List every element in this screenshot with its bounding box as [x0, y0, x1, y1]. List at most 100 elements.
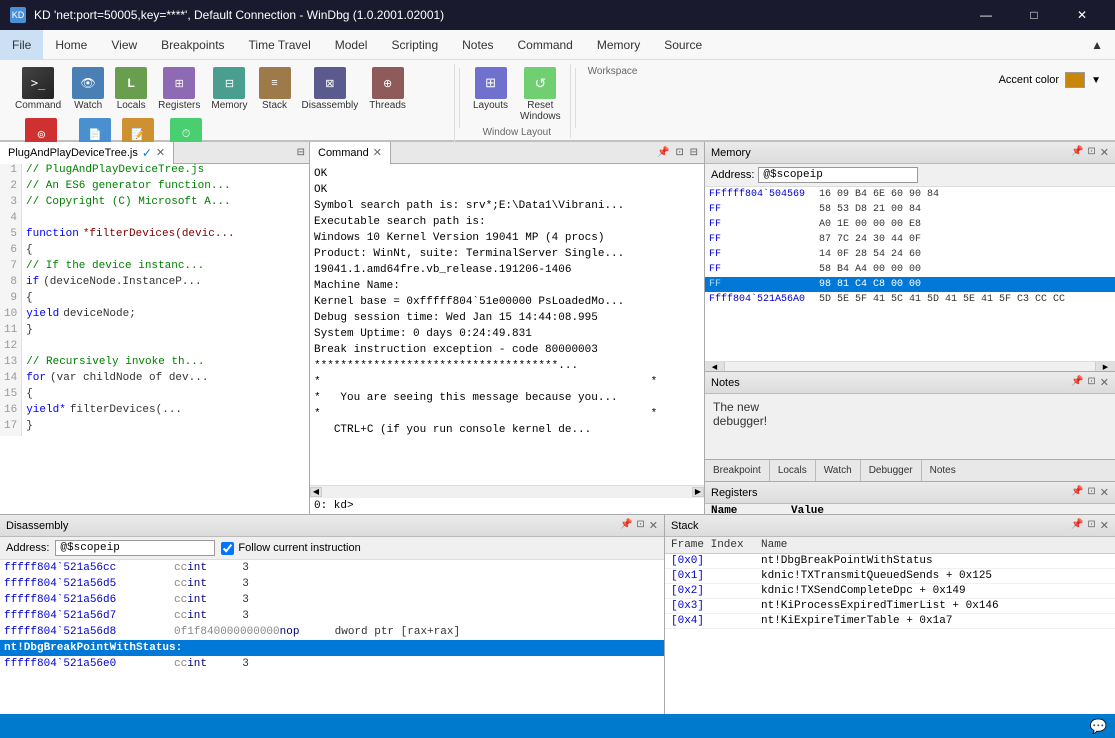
- notes-pin-icon[interactable]: 📌: [1071, 376, 1083, 389]
- stack-frame-1-link[interactable]: [0x1]: [671, 570, 704, 582]
- ribbon-btn-stack[interactable]: ≡ Stack: [254, 64, 296, 114]
- memory-pin-icon[interactable]: 📌: [1071, 146, 1083, 159]
- menu-file[interactable]: File: [0, 30, 43, 60]
- memory-address-label: Address:: [711, 169, 754, 181]
- menu-timetravel[interactable]: Time Travel: [237, 30, 323, 60]
- command-pane-popout-icon[interactable]: ⊡: [675, 147, 683, 158]
- registers-panel-controls: 📌 ⊡ ✕: [1071, 486, 1109, 499]
- menu-memory[interactable]: Memory: [585, 30, 652, 60]
- stack-frame-3-link[interactable]: [0x3]: [671, 600, 704, 612]
- disasm-bytes-5: 0f1f840000000000: [174, 624, 280, 640]
- memory-scroll-right[interactable]: ▶: [1095, 362, 1115, 371]
- stack-popout-icon[interactable]: ⊡: [1087, 519, 1095, 532]
- maximize-button[interactable]: □: [1011, 0, 1057, 30]
- stack-pin-icon[interactable]: 📌: [1071, 519, 1083, 532]
- memory-row-6: FF58 B4 A4 00 00 00: [705, 262, 1115, 277]
- stack-frame-2-link[interactable]: [0x2]: [671, 585, 704, 597]
- menu-model[interactable]: Model: [323, 30, 380, 60]
- menu-command[interactable]: Command: [506, 30, 585, 60]
- command-scrollbar-h[interactable]: ◀ ▶: [310, 485, 704, 497]
- source-code-content: 1 // PlugAndPlayDeviceTree.js 2 // An ES…: [0, 164, 309, 514]
- stack-content: Frame Index Name [0x0] nt!DbgBreakPointW…: [665, 537, 1115, 714]
- notes-popout-icon[interactable]: ⊡: [1087, 376, 1095, 389]
- ribbon-btn-locals[interactable]: L Locals: [110, 64, 152, 114]
- stack-frame-0-link[interactable]: [0x0]: [671, 555, 704, 567]
- source-pane-collapse-btn[interactable]: ⊟: [293, 145, 309, 160]
- command-tab-close-icon[interactable]: ✕: [373, 146, 382, 159]
- ribbon-btn-layouts[interactable]: ⊞ Layouts: [468, 64, 513, 114]
- memory-bytes-4: 87 7C 24 30 44 0F: [819, 232, 921, 247]
- disasm-popout-icon[interactable]: ⊡: [636, 519, 644, 532]
- notes-text: The new debugger!: [713, 400, 767, 428]
- workspace-area: PlugAndPlayDeviceTree.js ✓ ✕ ⊟ 1 // Plug…: [0, 142, 1115, 514]
- registers-pin-icon[interactable]: 📌: [1071, 486, 1083, 499]
- ribbon-btn-threads[interactable]: ⊕ Threads: [364, 64, 411, 114]
- menu-notes[interactable]: Notes: [450, 30, 505, 60]
- stack-close-icon[interactable]: ✕: [1100, 519, 1109, 532]
- stack-panel-title: Stack: [671, 520, 699, 532]
- stack-frame-4-link[interactable]: [0x4]: [671, 615, 704, 627]
- disasm-ops-6: 3: [242, 656, 249, 672]
- menu-scripting[interactable]: Scripting: [379, 30, 450, 60]
- follow-instruction-checkbox[interactable]: [221, 542, 234, 555]
- source-line-9: 9 {: [0, 292, 309, 308]
- memory-addr-2: FF: [709, 202, 819, 217]
- notes-close-icon[interactable]: ✕: [1100, 376, 1109, 389]
- menu-view[interactable]: View: [99, 30, 149, 60]
- disasm-panel-controls: 📌 ⊡ ✕: [620, 519, 658, 532]
- cmd-line-5: Windows 10 Kernel Version 19041 MP (4 pr…: [314, 230, 700, 246]
- source-tab-close-icon[interactable]: ✕: [156, 146, 165, 159]
- notes-tab-locals[interactable]: Locals: [770, 460, 816, 481]
- notes-panel-header: Notes 📌 ⊡ ✕: [705, 372, 1115, 394]
- close-button[interactable]: ✕: [1059, 0, 1105, 30]
- disasm-address-input[interactable]: [55, 540, 215, 556]
- memory-row-2: FF58 53 D8 21 00 84: [705, 202, 1115, 217]
- command-tab-active[interactable]: Command ✕: [310, 142, 391, 164]
- menu-breakpoints[interactable]: Breakpoints: [149, 30, 236, 60]
- notes-tab-breakpoint[interactable]: Breakpoint: [705, 460, 770, 481]
- memory-content: FFffff804`50456916 09 B4 6E 60 90 84 FF5…: [705, 187, 1115, 361]
- stack-row-1: [0x1] kdnic!TXTransmitQueuedSends + 0x12…: [665, 569, 1115, 584]
- app-icon: KD: [10, 7, 26, 23]
- accent-dropdown-icon[interactable]: ▼: [1091, 75, 1101, 86]
- command-input[interactable]: [358, 500, 700, 512]
- ribbon-group-layout-label: Window Layout: [483, 127, 551, 138]
- scroll-right-btn[interactable]: ▶: [692, 487, 704, 497]
- memory-popout-icon[interactable]: ⊡: [1087, 146, 1095, 159]
- notes-tab-watch[interactable]: Watch: [816, 460, 861, 481]
- ribbon-btn-command[interactable]: >_ Command: [10, 64, 66, 114]
- menu-collapse[interactable]: ▲: [1079, 30, 1115, 60]
- ribbon-btn-disassembly[interactable]: ⊠ Disassembly: [297, 64, 364, 114]
- status-chat-icon[interactable]: 💬: [1090, 718, 1107, 735]
- memory-close-icon[interactable]: ✕: [1100, 146, 1109, 159]
- cmd-line-15: * You are seeing this message because yo…: [314, 390, 700, 406]
- ribbon-btn-registers[interactable]: ⊞ Registers: [153, 64, 205, 114]
- command-pane-pin-icon[interactable]: 📌: [657, 147, 669, 158]
- accent-swatch[interactable]: [1065, 72, 1085, 88]
- menu-home[interactable]: Home: [43, 30, 99, 60]
- command-output[interactable]: OK OK Symbol search path is: srv*;E:\Dat…: [310, 164, 704, 485]
- memory-row-4: FF87 7C 24 30 44 0F: [705, 232, 1115, 247]
- notes-tab-debugger[interactable]: Debugger: [861, 460, 922, 481]
- memory-scrollbar-h[interactable]: ◀ ▶: [705, 361, 1115, 371]
- disasm-addr-5: fffff804`521a56d8: [4, 624, 174, 640]
- title-bar-controls: — □ ✕: [963, 0, 1105, 30]
- menu-source[interactable]: Source: [652, 30, 714, 60]
- source-line-11: 11 }: [0, 324, 309, 340]
- memory-scroll-left[interactable]: ◀: [705, 362, 725, 371]
- disasm-pin-icon[interactable]: 📌: [620, 519, 632, 532]
- source-tab-active[interactable]: PlugAndPlayDeviceTree.js ✓ ✕: [0, 142, 174, 164]
- ribbon-btn-watch[interactable]: 👁 Watch: [67, 64, 109, 114]
- disasm-close-icon[interactable]: ✕: [649, 519, 658, 532]
- ribbon-btn-memory[interactable]: ⊟ Memory: [206, 64, 252, 114]
- scroll-left-btn[interactable]: ◀: [310, 487, 322, 497]
- memory-panel-header: Memory 📌 ⊡ ✕: [705, 142, 1115, 164]
- ribbon-btn-reset[interactable]: ↺ ResetWindows: [515, 64, 566, 125]
- notes-content[interactable]: The new debugger!: [705, 394, 1115, 459]
- memory-address-input[interactable]: [758, 167, 918, 183]
- command-pane-collapse-icon[interactable]: ⊟: [690, 147, 698, 158]
- minimize-button[interactable]: —: [963, 0, 1009, 30]
- registers-close-icon[interactable]: ✕: [1100, 486, 1109, 499]
- registers-popout-icon[interactable]: ⊡: [1087, 486, 1095, 499]
- notes-tab-notes[interactable]: Notes: [922, 460, 964, 481]
